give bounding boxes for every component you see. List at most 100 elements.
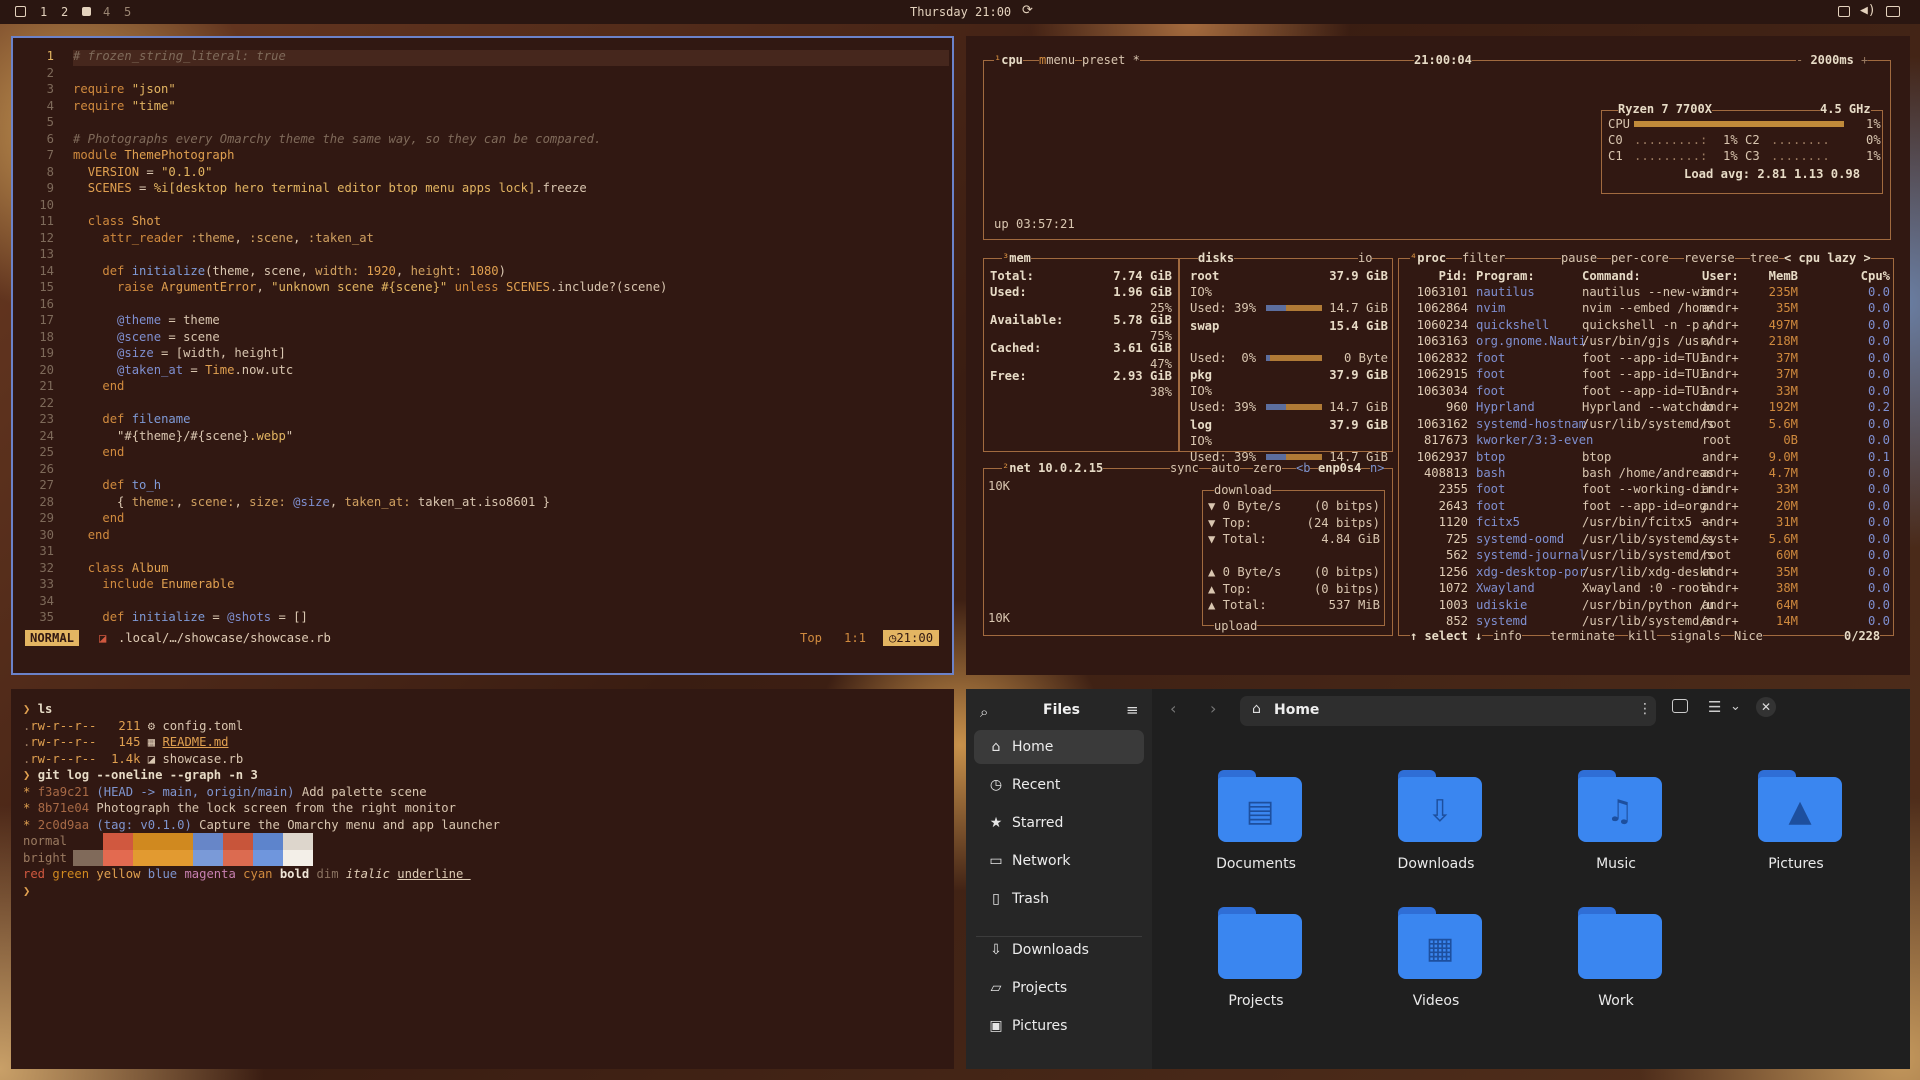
update-icon[interactable]: ⟳ [1022,3,1033,18]
folder-work[interactable]: Work [1554,907,1678,1017]
sort-selector[interactable]: < cpu lazy > [1784,251,1871,265]
code-line[interactable]: @size = [width, height] [73,345,286,362]
sidebar-item-network[interactable]: ▭ Network [974,844,1144,878]
code-line[interactable]: require "time" [73,98,176,115]
code-line[interactable]: module ThemePhotograph [73,147,234,164]
code-line[interactable]: { theme:, scene:, size: @size, taken_at:… [73,494,550,511]
view-list-icon[interactable]: ☰ [1708,698,1721,716]
process-cell: foot [1476,482,1506,497]
process-cell: Xwayland :0 -rootl [1582,581,1715,596]
workspace-5[interactable]: 5 [124,5,131,19]
net-zero-tab[interactable]: zero [1253,461,1282,475]
sidebar-item-projects[interactable]: ▱ Projects [974,971,1144,1005]
code-line[interactable]: # frozen_string_literal: true [73,48,286,65]
code-line[interactable]: # Photographs every Omarchy theme the sa… [73,131,601,148]
code-line[interactable]: def to_h [73,477,161,494]
code-line[interactable]: end [73,510,124,527]
folder-documents[interactable]: ▤ Documents [1194,770,1318,880]
preset-tab[interactable]: preset * [1082,53,1140,67]
process-cell: 4.7M [1768,465,1798,480]
back-button[interactable]: ‹ [1170,699,1176,718]
clock[interactable]: Thursday 21:00 [910,5,1011,19]
folder-pictures[interactable]: ▲ Pictures [1734,770,1858,880]
workspace-1[interactable]: 1 [40,5,47,19]
net-prev-tab[interactable]: <b [1296,461,1311,475]
filter-tab[interactable]: filter [1462,251,1506,265]
forward-button[interactable]: › [1210,699,1216,718]
neovim-window[interactable]: 1 # frozen_string_literal: true 2 3 require … [11,36,954,675]
kill-hint[interactable]: kill [1628,629,1657,643]
select-hint[interactable]: ↑ select ↓ [1410,629,1483,643]
reverse-tab[interactable]: reverse [1684,251,1735,265]
proc-tab[interactable]: ⁴proc [1410,251,1447,265]
folder-projects[interactable]: Projects [1194,907,1318,1017]
terminal-window[interactable]: ❯ ls .rw-r--r-- 211 ⚙ config.toml .rw-r--r… [11,689,954,1069]
code-line[interactable]: @scene = scene [73,329,220,346]
code-line[interactable]: class Shot [73,213,161,230]
per-core-tab[interactable]: per-core [1611,251,1669,265]
net-auto-tab[interactable]: auto [1211,461,1240,475]
code-line[interactable]: class Album [73,560,169,577]
sidebar-item-downloads[interactable]: ⇩ Downloads [974,933,1144,967]
menu-tab[interactable]: mmenu [1039,53,1076,67]
search-icon[interactable]: ⌕ [980,703,988,721]
code-line[interactable]: require "json" [73,81,176,98]
folder-downloads[interactable]: ⇩ Downloads [1374,770,1498,880]
code-line[interactable]: SCENES = %i[desktop hero terminal editor… [73,180,587,197]
sidebar-item-pictures[interactable]: ▣ Pictures [974,1009,1144,1043]
code-line[interactable]: include Enumerable [73,576,234,593]
code-line[interactable]: VERSION = "0.1.0" [73,164,213,181]
process-cell: /usr/lib/systemd/s [1582,548,1715,563]
tree-tab[interactable]: tree [1750,251,1779,265]
info-hint[interactable]: info [1493,629,1522,643]
cpu-tab[interactable]: ¹cpu [994,53,1023,67]
status-clock: ◷21:00 [883,630,940,646]
code-line[interactable]: attr_reader :theme, :scene, :taken_at [73,230,374,247]
code-line[interactable]: @theme = theme [73,312,220,329]
sidebar-menu-icon[interactable]: ≡ [1126,701,1139,719]
sidebar-item-recent[interactable]: ◷ Recent [974,768,1144,802]
color-swatch [73,849,103,866]
nice-hint[interactable]: Nice [1734,629,1763,643]
code-line[interactable]: end [73,444,124,461]
code-line[interactable]: raise ArgumentError, "unknown scene #{sc… [73,279,667,296]
btop-window[interactable]: ¹cpu mmenu preset * 21:00:04 - 2000ms + … [966,36,1910,675]
process-cell: 0.0 [1867,498,1890,513]
line-number: 15 [39,280,54,294]
terminate-hint[interactable]: terminate [1550,629,1616,643]
path-menu-icon[interactable]: ⋮ [1638,701,1652,717]
column-header: MemB [1768,269,1798,283]
sidebar-item-starred[interactable]: ★ Starred [974,806,1144,840]
code-line[interactable]: def filename [73,411,190,428]
volume-icon[interactable]: ◀) [1860,3,1876,18]
omarchy-menu-icon[interactable] [15,6,26,17]
screen-record-icon[interactable] [1838,6,1850,17]
signals-hint[interactable]: signals [1670,629,1721,643]
folder-music[interactable]: ♫ Music [1554,770,1678,880]
code-line[interactable]: @taken_at = Time.now.utc [73,362,293,379]
net-sync-tab[interactable]: sync [1170,461,1199,475]
workspace-4[interactable]: 4 [103,5,110,19]
code-line[interactable]: "#{theme}/#{scene}.webp" [73,428,293,445]
workspace-3-active-icon[interactable] [82,7,91,16]
folder-videos[interactable]: ▦ Videos [1374,907,1498,1017]
code-line[interactable]: def initialize = @shots = [] [73,609,307,626]
net-next-tab[interactable]: n> [1370,461,1385,475]
line-number: 9 [46,181,54,195]
io-toggle[interactable]: io [1358,251,1373,265]
sidebar-item-trash[interactable]: ▯ Trash [974,882,1144,916]
upload-stat-value: 537 MiB [1328,598,1380,612]
code-line[interactable]: def initialize(theme, scene, width: 1920… [73,263,506,280]
update-interval[interactable]: - 2000ms + [1796,53,1869,67]
files-window[interactable]: ⌕ Files ≡ ⌂ Home ◷ Recent ★ Starred ▭ Network ▯ T… [966,689,1910,1069]
code-line[interactable]: end [73,527,110,544]
workspace-2[interactable]: 2 [61,5,68,19]
path-bar[interactable]: ⌂ Home ⋮ [1240,696,1656,726]
sidebar-item-home[interactable]: ⌂ Home [974,730,1144,764]
view-options-chevron-icon[interactable]: ⌄ [1730,699,1741,714]
network-icon[interactable] [1886,6,1900,17]
close-button[interactable]: ✕ [1756,697,1776,717]
code-line[interactable]: end [73,378,124,395]
pause-tab[interactable]: pause [1561,251,1598,265]
camera-icon[interactable] [1672,699,1688,713]
